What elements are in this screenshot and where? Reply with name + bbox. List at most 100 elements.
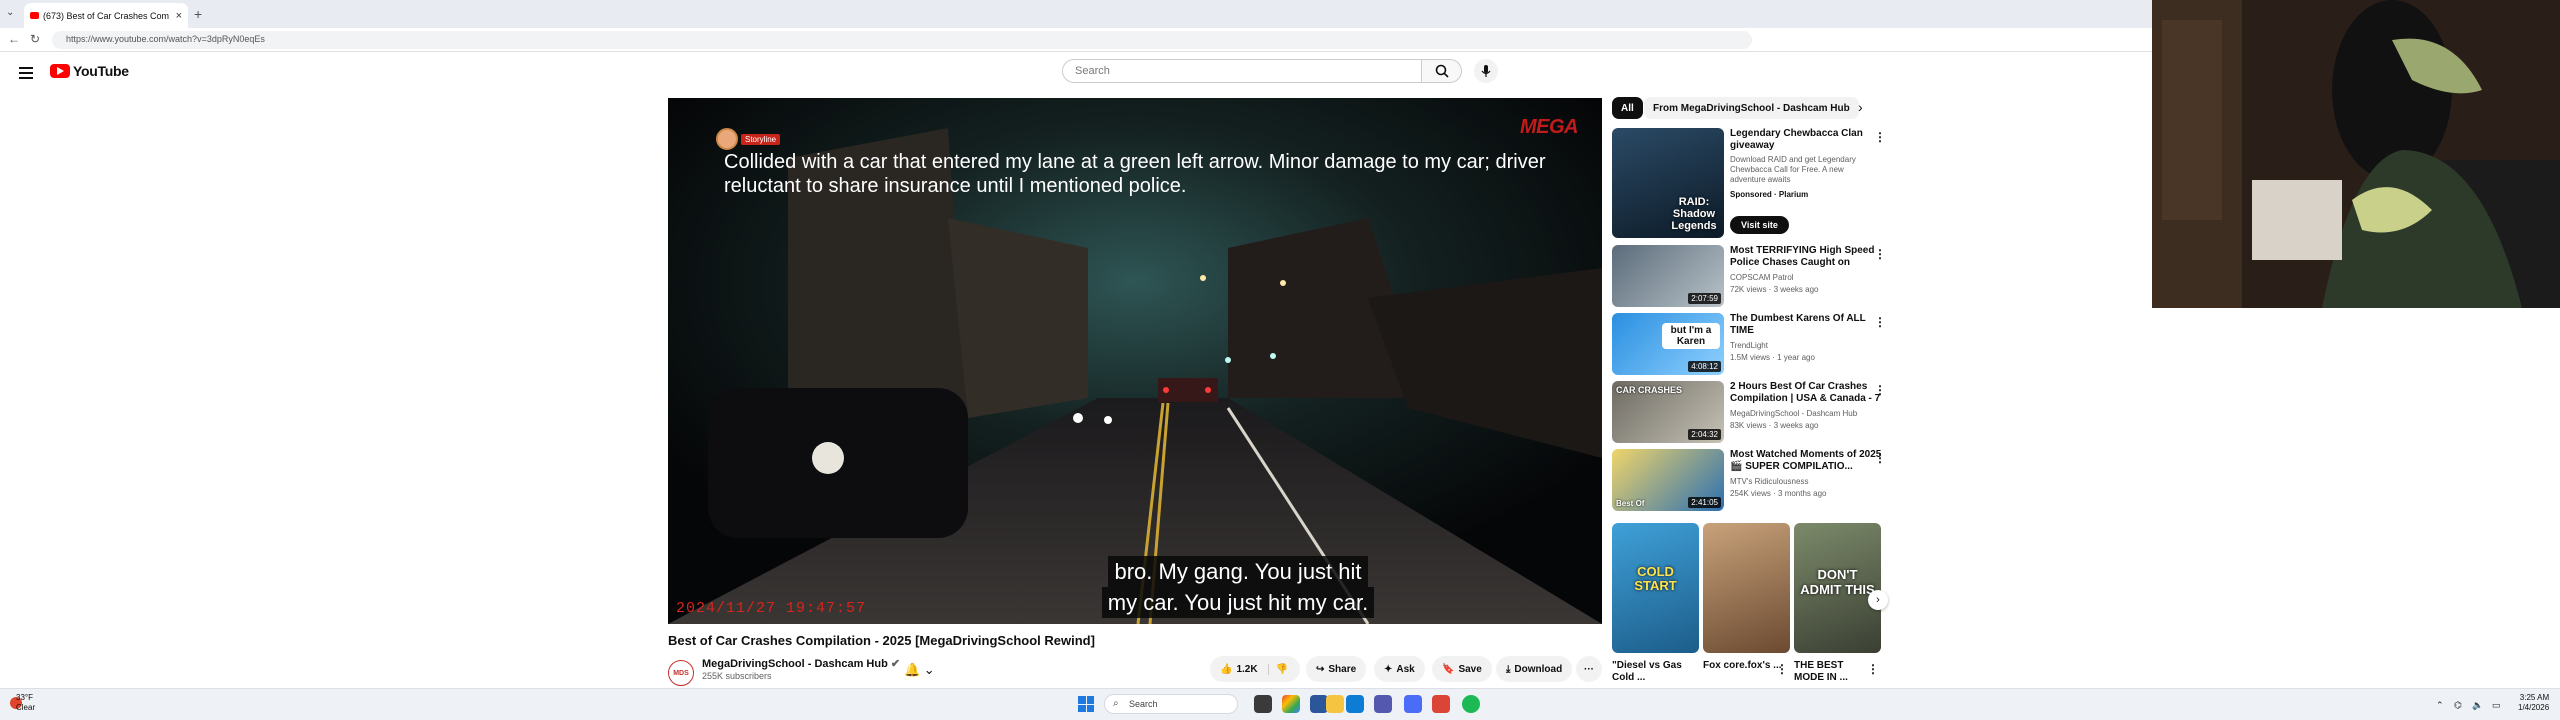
recommended-meta: 72K views · 3 weeks ago [1730, 285, 1819, 294]
recommended-video[interactable]: 2:07:59 Most TERRIFYING High Speed Polic… [1612, 245, 1892, 309]
weather-widget[interactable]: 33°F Clear [16, 693, 35, 713]
browser-tab[interactable]: (673) Best of Car Crashes Com × [24, 3, 188, 28]
short-thumbnail-text: COLD START [1634, 564, 1677, 593]
recommended-meta: 254K views · 3 months ago [1730, 489, 1827, 498]
new-tab-button[interactable]: + [194, 6, 202, 22]
menu-icon[interactable] [19, 64, 33, 82]
close-tab-icon[interactable]: × [176, 10, 182, 22]
channel-name[interactable]: MegaDrivingSchool - Dashcam Hub ✔ [702, 657, 900, 670]
recommended-meta: 83K views · 3 weeks ago [1730, 421, 1819, 430]
browser-tab-strip [0, 0, 2152, 28]
network-icon[interactable]: ⌬ [2454, 700, 2462, 711]
video-thumbnail[interactable]: 2:07:59 [1612, 245, 1724, 307]
more-vert-icon[interactable]: ⋮ [1874, 130, 1886, 144]
taskbar-search[interactable]: ⌕ Search [1104, 694, 1238, 714]
like-icon[interactable]: 👍 [1220, 664, 1232, 675]
recommended-title: 2 Hours Best Of Car Crashes Compilation … [1730, 381, 1881, 404]
weather-condition: Clear [16, 703, 36, 712]
video-duration: 2:07:59 [1688, 293, 1721, 304]
url-text: https://www.youtube.com/watch?v=3dpRyN0e… [66, 34, 265, 44]
short-title: Fox core.fox's ... [1703, 660, 1782, 671]
recommended-video[interactable]: but I'm a Karen 4:08:12 The Dumbest Kare… [1612, 313, 1892, 377]
recommended-title: The Dumbest Karens Of ALL TIME [1730, 313, 1866, 336]
download-button[interactable]: ⤓ Download [1496, 656, 1573, 682]
short-title: THE BEST MODE IN ... [1794, 660, 1848, 683]
more-vert-icon[interactable]: ⋮ [1874, 383, 1886, 397]
dislike-icon[interactable]: 👎 [1267, 663, 1288, 675]
like-count[interactable]: 1.2K [1236, 664, 1257, 675]
recommended-video[interactable]: Best Of 2:41:05 Most Watched Moments of … [1612, 449, 1892, 513]
more-vert-icon[interactable]: ⋮ [1874, 451, 1886, 465]
browser-tab-title: (673) Best of Car Crashes Com [43, 10, 170, 21]
search-placeholder: Search [1075, 65, 1110, 77]
share-button[interactable]: ↪ Share [1306, 656, 1367, 682]
system-clock[interactable]: 3:25 AM 1/4/2026 [2518, 693, 2549, 713]
ad-thumbnail-text: RAID: Shadow Legends [1671, 196, 1717, 232]
voice-search-button[interactable] [1474, 59, 1498, 83]
visit-site-button[interactable]: Visit site [1730, 216, 1789, 234]
video-thumbnail[interactable]: CAR CRASHES 2:04:32 [1612, 381, 1724, 443]
volume-icon[interactable]: 🔈 [2472, 700, 2483, 711]
more-actions-button[interactable]: ··· [1576, 656, 1602, 682]
short-thumbnail[interactable]: COLD START [1612, 523, 1699, 653]
recommended-video[interactable]: CAR CRASHES 2:04:32 2 Hours Best Of Car … [1612, 381, 1892, 445]
search-input[interactable]: Search [1062, 59, 1422, 83]
notification-bell-icon[interactable]: 🔔 ⌄ [904, 662, 935, 678]
caption-line-2: my car. You just hit my car. [1101, 587, 1375, 618]
chrome-icon[interactable] [1282, 695, 1300, 713]
save-label: Save [1458, 663, 1482, 675]
task-view-icon[interactable] [1254, 695, 1272, 713]
discord-icon[interactable] [1404, 695, 1422, 713]
video-thumbnail[interactable]: Best Of 2:41:05 [1612, 449, 1724, 511]
tray-chevron-icon[interactable]: ⌃ [2436, 700, 2444, 711]
video-player[interactable]: Storyline MEGA Collided with a car that … [668, 98, 1602, 624]
save-button[interactable]: 🔖 Save [1432, 656, 1492, 682]
spotify-icon[interactable] [1462, 695, 1480, 713]
url-bar[interactable]: https://www.youtube.com/watch?v=3dpRyN0e… [52, 31, 1752, 49]
ad-thumbnail[interactable]: RAID: Shadow Legends [1612, 128, 1724, 238]
storyline-tag: Storyline [741, 133, 781, 145]
back-icon[interactable]: ← [8, 32, 20, 46]
recommended-channel: MTV's Ridiculousness [1730, 477, 1809, 486]
recommended-title: Most TERRIFYING High Speed Police Chases… [1730, 245, 1875, 270]
youtube-play-icon [50, 64, 70, 78]
weather-temperature: 33°F [16, 693, 33, 702]
channel-avatar[interactable]: MDS [668, 660, 694, 686]
reload-icon[interactable]: ↻ [30, 32, 40, 46]
short-thumbnail[interactable] [1703, 523, 1790, 653]
ad-title: Legendary Chewbacca Clan giveaway [1730, 128, 1863, 151]
thumbnail-text: Best Of [1616, 499, 1645, 508]
more-vert-icon[interactable]: ⋮ [1874, 315, 1886, 329]
taskbar [0, 688, 2560, 720]
closed-captions: bro. My gang. You just hit my car. You j… [958, 556, 1518, 618]
subscriber-count: 255K subscribers [702, 671, 772, 681]
edge-icon[interactable] [1346, 695, 1364, 713]
more-vert-icon[interactable]: ⋮ [1776, 662, 1788, 676]
caption-line-1: bro. My gang. You just hit [1108, 556, 1368, 587]
file-explorer-icon[interactable] [1326, 695, 1344, 713]
more-vert-icon[interactable]: ⋮ [1867, 662, 1879, 676]
recommended-channel: TrendLight [1730, 341, 1768, 350]
storyline-avatar [716, 128, 738, 150]
ask-button[interactable]: ✦ Ask [1374, 656, 1425, 682]
video-thumbnail[interactable]: but I'm a Karen 4:08:12 [1612, 313, 1724, 375]
search-button[interactable] [1422, 59, 1462, 83]
battery-icon[interactable]: ▭ [2492, 700, 2501, 711]
like-dislike-group: 👍 1.2K 👎 [1210, 656, 1300, 682]
youtube-logo[interactable]: YouTube [50, 63, 129, 79]
tab-search-icon[interactable]: ⌄ [6, 7, 14, 18]
sponsored-item[interactable]: RAID: Shadow Legends Legendary Chewbacca… [1612, 128, 1892, 240]
store-icon[interactable] [1374, 695, 1392, 713]
clock-date: 1/4/2026 [2518, 703, 2550, 712]
start-button[interactable] [1078, 696, 1094, 712]
dashcam-timestamp: 2024/11/27 19:47:57 [676, 600, 867, 617]
more-vert-icon[interactable]: ⋮ [1874, 247, 1886, 261]
chrome-profile-icon[interactable] [1432, 695, 1450, 713]
download-icon: ⤓ [1506, 663, 1511, 675]
chevron-right-icon[interactable]: › [1858, 99, 1863, 115]
short-thumbnail[interactable]: DON'T ADMIT THIS [1794, 523, 1881, 653]
chip-from-channel[interactable]: From MegaDrivingSchool - Dashcam Hub [1644, 97, 1859, 119]
chip-all[interactable]: All [1612, 97, 1643, 119]
verified-icon: ✔ [890, 658, 901, 670]
shorts-next-icon[interactable]: › [1868, 590, 1888, 610]
